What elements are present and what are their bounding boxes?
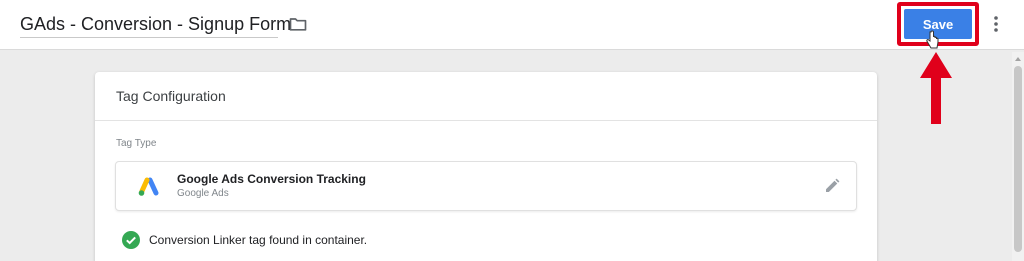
tag-type-label: Tag Type <box>116 138 157 149</box>
check-circle-icon <box>122 231 140 249</box>
pencil-icon[interactable] <box>824 178 840 194</box>
tag-type-provider: Google Ads <box>177 188 229 199</box>
card-title: Tag Configuration <box>116 88 226 104</box>
linker-status-text: Conversion Linker tag found in container… <box>149 233 368 247</box>
linker-status: Conversion Linker tag found in container… <box>122 231 367 249</box>
tag-type-selector[interactable]: Google Ads Conversion Tracking Google Ad… <box>115 161 857 211</box>
tag-configuration-card: Tag Configuration Tag Type Google Ads Co… <box>95 72 877 261</box>
folder-icon[interactable] <box>288 14 308 34</box>
hand-cursor-icon <box>926 30 939 49</box>
up-arrow-icon <box>920 52 952 124</box>
more-vert-icon[interactable] <box>990 14 1002 34</box>
google-ads-logo <box>138 177 159 196</box>
top-bar: GAds - Conversion - Signup Form Save <box>0 0 1024 50</box>
scrollbar-thumb[interactable] <box>1014 66 1022 252</box>
tag-title-input[interactable]: GAds - Conversion - Signup Form <box>20 12 291 38</box>
scroll-up-icon[interactable] <box>1014 55 1022 63</box>
tag-type-name: Google Ads Conversion Tracking <box>177 172 366 186</box>
divider <box>95 120 877 121</box>
